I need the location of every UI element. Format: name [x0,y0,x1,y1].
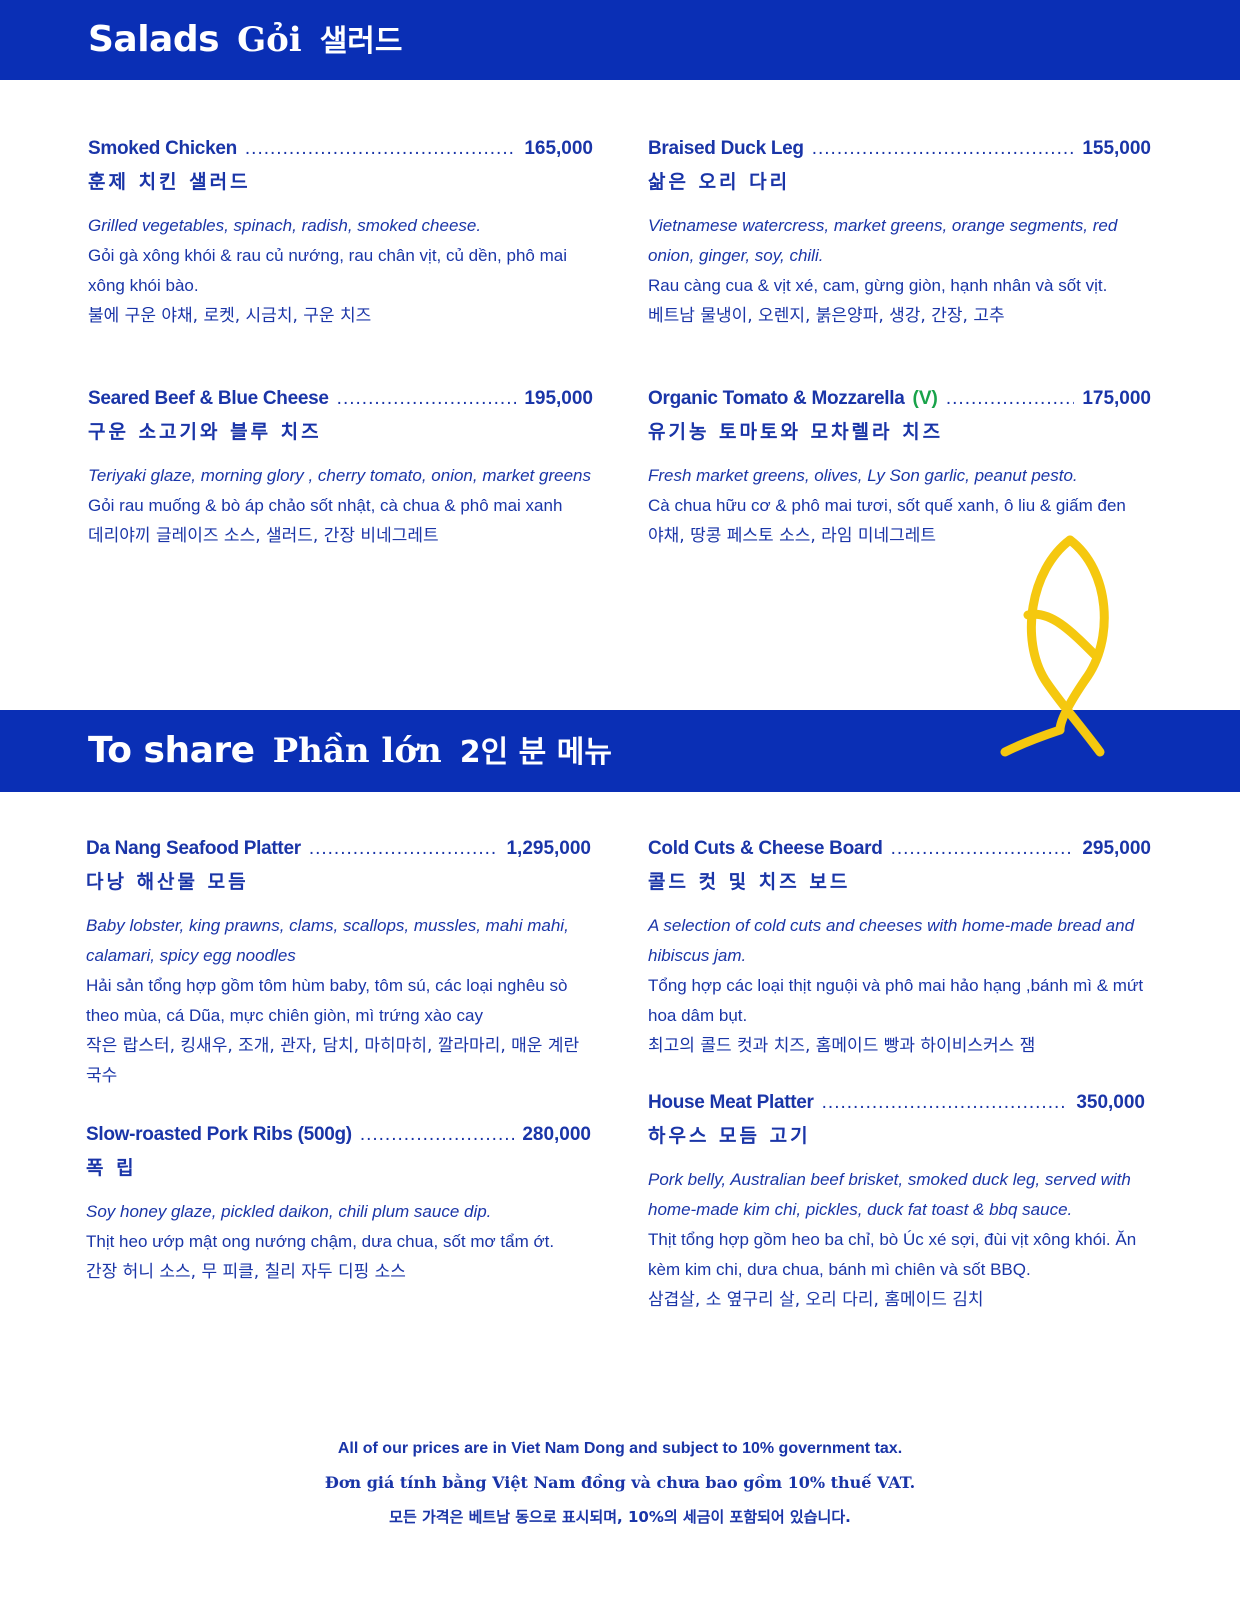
item-price: 295,000 [1082,838,1151,859]
menu-item-organic-tomato: Organic Tomato & Mozzarella (V) 175,000 … [648,388,1151,551]
section-title-vi: Phần lớn [272,731,442,771]
description-vi: Gỏi gà xông khói & rau củ nướng, rau châ… [88,246,567,295]
tax-note-en-text: All of our prices are in Viet Nam Dong a… [337,1440,903,1457]
description-ko: 삼겹살, 소 옆구리 살, 오리 다리, 홈메이드 김치 [648,1290,984,1310]
item-description: Vietnamese watercress, market greens, or… [648,211,1151,331]
dot-leader [360,1124,515,1146]
description-en: A selection of cold cuts and cheeses wit… [648,916,1135,965]
item-name-ko: 삶은 오리 다리 [648,171,791,193]
description-ko: 간장 허니 소스, 무 피클, 칠리 자두 디핑 소스 [86,1262,406,1282]
item-heading: Braised Duck Leg 155,000 [648,138,1151,164]
item-description: Pork belly, Australian beef brisket, smo… [648,1165,1145,1315]
description-en: Vietnamese watercress, market greens, or… [648,216,1118,265]
item-name-ko: 훈제 치킨 샐러드 [88,171,251,193]
item-price: 175,000 [1082,388,1151,409]
description-en: Pork belly, Australian beef brisket, smo… [648,1170,1131,1219]
description-vi: Thịt tổng hợp gồm heo ba chỉ, bò Úc xé s… [648,1230,1137,1279]
description-ko: 최고의 콜드 컷과 치즈, 홈메이드 빵과 하이비스커스 잼 [648,1036,1036,1056]
item-heading: Da Nang Seafood Platter 1,295,000 [86,838,591,864]
item-name-ko: 다낭 해산물 모듬 [86,871,249,893]
tax-note-ko-text: 모든 가격은 베트남 동으로 표시되며, 10%의 세금이 포함되어 있습니다. [389,1508,851,1526]
description-en: Baby lobster, king prawns, clams, scallo… [86,916,569,965]
item-description: Teriyaki glaze, morning glory , cherry t… [88,461,593,551]
section-title-ko: 2인 분 메뉴 [459,735,612,770]
item-name: Seared Beef & Blue Cheese [88,388,329,409]
menu-item-smoked-chicken: Smoked Chicken 165,000 훈제 치킨 샐러드 Grilled… [88,138,593,331]
section-title-ko: 샐러드 [319,24,403,59]
tax-note-vi-text: Đơn giá tính bằng Việt Nam đồng và chưa … [324,1473,916,1492]
item-price: 155,000 [1082,138,1151,159]
item-description: A selection of cold cuts and cheeses wit… [648,911,1151,1061]
item-price: 165,000 [524,138,593,159]
item-name: House Meat Platter [648,1092,814,1113]
item-name: Smoked Chicken [88,138,237,159]
item-description: Soy honey glaze, pickled daikon, chili p… [86,1197,591,1287]
menu-item-cold-cuts: Cold Cuts & Cheese Board 295,000 콜드 컷 및 … [648,838,1151,1061]
dot-leader [891,838,1075,860]
dot-leader [337,388,517,410]
description-en: Teriyaki glaze, morning glory , cherry t… [88,466,591,485]
item-name: Cold Cuts & Cheese Board [648,838,883,859]
item-name-ko: 구운 소고기와 블루 치즈 [88,421,322,443]
item-name: Braised Duck Leg [648,138,804,159]
item-name-ko: 폭 립 [86,1157,137,1179]
description-vi: Thịt heo ướp mật ong nướng chậm, dưa chu… [86,1232,555,1251]
salads-section-title: Salads Gỏi 샐러드 [88,16,403,60]
item-heading: Cold Cuts & Cheese Board 295,000 [648,838,1151,864]
salads-header-band: Salads Gỏi 샐러드 [0,0,1240,80]
description-en: Fresh market greens, olives, Ly Son garl… [648,466,1078,485]
menu-item-meat-platter: House Meat Platter 350,000 하우스 모듬 고기 Por… [648,1092,1145,1315]
description-ko: 불에 구운 야채, 로켓, 시금치, 구운 치즈 [88,306,372,326]
item-description: Grilled vegetables, spinach, radish, smo… [88,211,593,331]
fish-icon [1000,535,1109,757]
dot-leader [309,838,499,860]
dot-leader [245,138,516,160]
item-heading: Seared Beef & Blue Cheese 195,000 [88,388,593,414]
share-section-title: To share Phần lớn 2인 분 메뉴 [88,727,612,771]
dot-leader [812,138,1075,160]
tax-note-en: All of our prices are in Viet Nam Dong a… [0,1440,1240,1458]
tax-note-ko: 모든 가격은 베트남 동으로 표시되며, 10%의 세금이 포함되어 있습니다. [0,1506,1240,1527]
item-name: Da Nang Seafood Platter [86,838,301,859]
section-title-en: To share [88,730,255,771]
description-vi: Gỏi rau muống & bò áp chảo sốt nhật, cà … [88,496,563,515]
description-vi: Tổng hợp các loại thịt nguội và phô mai … [648,976,1144,1025]
description-en: Grilled vegetables, spinach, radish, smo… [88,216,482,235]
description-ko: 데리야끼 글레이즈 소스, 샐러드, 간장 비네그레트 [88,526,439,546]
item-heading: House Meat Platter 350,000 [648,1092,1145,1118]
item-price: 280,000 [522,1124,591,1145]
section-title-vi: Gỏi [237,20,302,60]
item-price: 195,000 [524,388,593,409]
description-en: Soy honey glaze, pickled daikon, chili p… [86,1202,492,1221]
menu-item-seared-beef: Seared Beef & Blue Cheese 195,000 구운 소고기… [88,388,593,551]
item-heading: Slow-roasted Pork Ribs (500g) 280,000 [86,1124,591,1150]
description-vi: Hải sản tổng hợp gồm tôm hùm baby, tôm s… [86,976,568,1025]
item-price: 350,000 [1076,1092,1145,1113]
dot-leader [822,1092,1069,1114]
menu-item-braised-duck-leg: Braised Duck Leg 155,000 삶은 오리 다리 Vietna… [648,138,1151,331]
item-name: Organic Tomato & Mozzarella [648,388,905,409]
item-name-ko: 콜드 컷 및 치즈 보드 [648,871,851,893]
description-ko: 베트남 물냉이, 오렌지, 붉은양파, 생강, 간장, 고추 [648,306,1005,326]
item-name-ko: 하우스 모듬 고기 [648,1125,811,1147]
dot-leader [946,388,1074,410]
item-name-ko: 유기농 토마토와 모차렐라 치즈 [648,421,944,443]
item-name: Slow-roasted Pork Ribs (500g) [86,1124,352,1145]
item-heading: Organic Tomato & Mozzarella (V) 175,000 [648,388,1151,414]
description-vi: Cà chua hữu cơ & phô mai tươi, sốt quế x… [648,496,1126,515]
menu-item-seafood-platter: Da Nang Seafood Platter 1,295,000 다낭 해산물… [86,838,591,1091]
item-price: 1,295,000 [506,838,591,859]
vegetarian-badge: (V) [912,388,938,409]
item-heading: Smoked Chicken 165,000 [88,138,593,164]
section-title-en: Salads [88,19,220,60]
description-vi: Rau càng cua & vịt xé, cam, gừng giòn, h… [648,276,1108,295]
description-ko: 작은 랍스터, 킹새우, 조개, 관자, 담치, 마히마히, 깔라마리, 매운 … [86,1036,580,1086]
tax-note-vi: Đơn giá tính bằng Việt Nam đồng và chưa … [0,1473,1240,1492]
menu-item-pork-ribs: Slow-roasted Pork Ribs (500g) 280,000 폭 … [86,1124,591,1287]
item-description: Baby lobster, king prawns, clams, scallo… [86,911,591,1091]
